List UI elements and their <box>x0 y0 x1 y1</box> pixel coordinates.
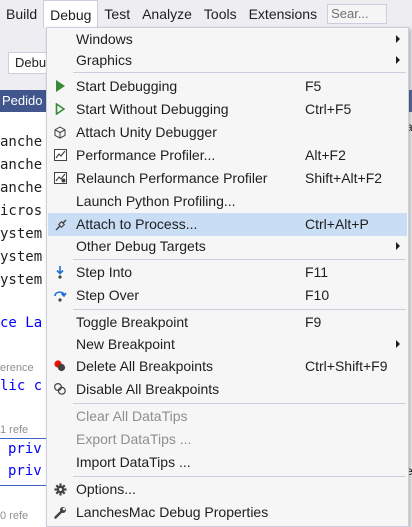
public-declaration-line: lic c <box>0 378 43 394</box>
menu-item-shortcut: Shift+Alt+F2 <box>305 170 383 186</box>
debug-menu: Windows Graphics Start Debugging F5 Star… <box>46 27 409 527</box>
play-outline-icon <box>52 101 68 117</box>
submenu-arrow-icon <box>396 35 400 43</box>
menu-item-label: Options... <box>76 481 136 497</box>
class-declaration-line: ce La <box>0 315 43 331</box>
menu-item-label: Windows <box>76 31 133 47</box>
gear-icon <box>52 481 68 497</box>
menu-item-performance-profiler[interactable]: Performance Profiler... Alt+F2 <box>48 144 407 167</box>
menu-item-shortcut: F5 <box>305 78 322 94</box>
code-line: icros <box>0 203 43 219</box>
menu-bar: Build Debug Test Analyze Tools Extension… <box>0 0 412 29</box>
profiler-relaunch-icon <box>52 170 68 186</box>
menu-item-export-datatips: Export DataTips ... <box>48 428 407 451</box>
menu-item-shortcut: Ctrl+Alt+P <box>305 216 369 232</box>
wrench-icon <box>52 504 68 520</box>
menu-item-step-over[interactable]: Step Over F10 <box>48 284 407 307</box>
private-field-line: priv <box>8 463 42 479</box>
menu-item-shortcut: Ctrl+F5 <box>305 101 352 117</box>
menu-extensions[interactable]: Extensions <box>243 0 323 28</box>
menu-item-delete-all-breakpoints[interactable]: Delete All Breakpoints Ctrl+Shift+F9 <box>48 355 407 378</box>
menu-item-options[interactable]: Options... <box>48 478 407 501</box>
menu-item-label: Relaunch Performance Profiler <box>76 170 268 186</box>
code-line: ystem <box>0 272 43 288</box>
step-over-icon <box>52 287 68 303</box>
submenu-arrow-icon <box>396 242 400 250</box>
menu-item-graphics[interactable]: Graphics <box>48 49 407 72</box>
menu-item-label: Import DataTips ... <box>76 454 191 470</box>
menu-item-shortcut: F10 <box>305 287 330 303</box>
menu-item-shortcut: F11 <box>305 264 329 280</box>
profiler-icon <box>52 147 68 163</box>
submenu-arrow-icon <box>396 340 400 348</box>
play-solid-icon <box>52 78 68 94</box>
code-line: ystem <box>0 226 43 242</box>
menu-item-start-without-debugging[interactable]: Start Without Debugging Ctrl+F5 <box>48 98 407 121</box>
menu-item-attach-unity-debugger[interactable]: Attach Unity Debugger <box>48 121 407 144</box>
menu-separator <box>73 259 406 260</box>
menu-test[interactable]: Test <box>98 0 136 28</box>
reference-hint[interactable]: 1 refe <box>0 424 28 436</box>
menu-build[interactable]: Build <box>0 0 43 28</box>
menu-item-shortcut: Ctrl+Shift+F9 <box>305 358 388 374</box>
menu-analyze[interactable]: Analyze <box>136 0 198 28</box>
cube-icon <box>52 124 68 140</box>
code-line: anche <box>0 134 43 150</box>
menu-item-start-debugging[interactable]: Start Debugging F5 <box>48 75 407 98</box>
menu-item-label: LanchesMac Debug Properties <box>76 504 269 520</box>
menu-item-attach-to-process[interactable]: Attach to Process... Ctrl+Alt+P <box>48 213 407 236</box>
attach-process-icon <box>53 217 69 233</box>
menu-item-label: New Breakpoint <box>76 336 175 352</box>
menu-item-disable-all-breakpoints[interactable]: Disable All Breakpoints <box>48 378 407 401</box>
menu-item-other-debug-targets[interactable]: Other Debug Targets <box>48 235 407 258</box>
menu-separator <box>73 476 406 477</box>
delete-breakpoints-icon <box>52 358 68 374</box>
step-into-icon <box>52 264 68 280</box>
code-line: anche <box>0 157 43 173</box>
menu-item-label: Other Debug Targets <box>76 238 206 254</box>
menu-item-label: Performance Profiler... <box>76 147 216 163</box>
menu-item-shortcut: F9 <box>305 314 322 330</box>
document-tab[interactable]: Pedido <box>2 90 42 112</box>
menu-item-step-into[interactable]: Step Into F11 <box>48 261 407 284</box>
menu-item-label: Attach Unity Debugger <box>76 124 217 140</box>
solution-configuration-combo[interactable]: Debu <box>8 52 48 74</box>
menu-item-label: Start Debugging <box>76 78 178 94</box>
menu-item-label: Clear All DataTips <box>76 408 188 424</box>
menu-item-label: Graphics <box>76 52 133 68</box>
menu-item-windows[interactable]: Windows <box>48 28 407 51</box>
menu-item-label: Toggle Breakpoint <box>76 314 189 330</box>
menu-tools[interactable]: Tools <box>198 0 243 28</box>
code-line: ystem <box>0 249 43 265</box>
menu-item-label: Start Without Debugging <box>76 101 229 117</box>
menu-item-shortcut: Alt+F2 <box>305 147 346 163</box>
menu-item-toggle-breakpoint[interactable]: Toggle Breakpoint F9 <box>48 311 407 334</box>
menu-separator <box>73 72 406 73</box>
menu-item-label: Step Into <box>76 264 133 280</box>
code-line: anche <box>0 180 43 196</box>
reference-hint[interactable]: 0 refe <box>0 510 28 522</box>
disable-breakpoints-icon <box>52 381 68 397</box>
menu-item-new-breakpoint[interactable]: New Breakpoint <box>48 333 407 356</box>
menu-item-launch-python-profiling[interactable]: Launch Python Profiling... <box>48 190 407 213</box>
search-box[interactable]: Sear... <box>327 4 388 24</box>
menu-item-debug-properties[interactable]: LanchesMac Debug Properties <box>48 501 407 524</box>
menu-debug[interactable]: Debug <box>43 0 99 29</box>
menu-separator <box>73 309 406 310</box>
menu-item-label: Delete All Breakpoints <box>76 358 213 374</box>
menu-item-import-datatips[interactable]: Import DataTips ... <box>48 451 407 474</box>
menu-item-label: Disable All Breakpoints <box>76 381 220 397</box>
menu-item-relaunch-performance-profiler[interactable]: Relaunch Performance Profiler Shift+Alt+… <box>48 167 407 190</box>
menu-item-clear-all-datatips: Clear All DataTips <box>48 405 407 428</box>
reference-hint[interactable]: erence <box>0 362 34 374</box>
submenu-arrow-icon <box>396 56 400 64</box>
menu-separator <box>73 403 406 404</box>
menu-item-label: Attach to Process... <box>76 216 198 232</box>
private-field-line: priv <box>8 441 42 457</box>
menu-item-label: Launch Python Profiling... <box>76 193 236 209</box>
menu-item-label: Export DataTips ... <box>76 431 192 447</box>
menu-item-label: Step Over <box>76 287 140 303</box>
